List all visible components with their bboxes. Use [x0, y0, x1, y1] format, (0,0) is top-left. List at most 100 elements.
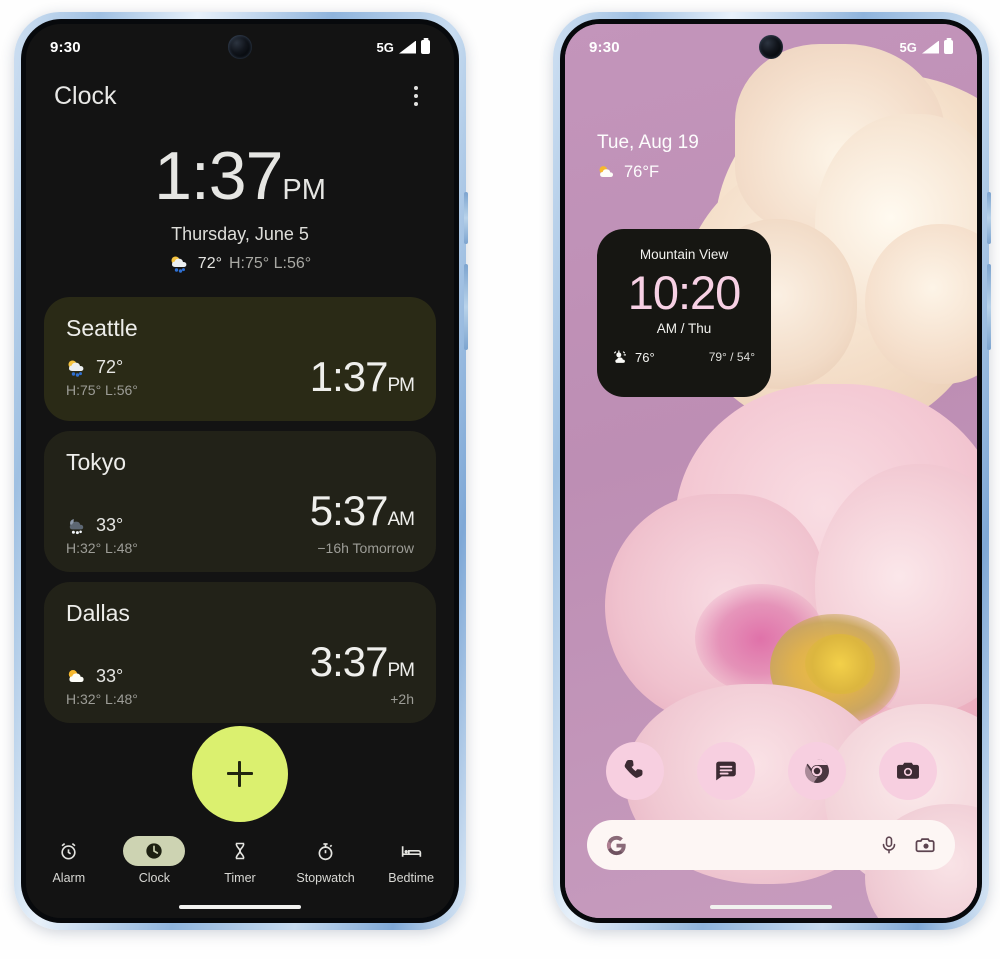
- tab-alarm[interactable]: Alarm: [29, 836, 109, 885]
- city-name: Seattle: [66, 315, 138, 341]
- city-name: Dallas: [66, 600, 130, 626]
- tab-bedtime[interactable]: Bedtime: [371, 836, 451, 885]
- main-clock: 1:37PM Thursday, June 5 72° H:75° L:56°: [26, 142, 454, 273]
- clock-app: 9:30 5G Clock 1:37PM Thursday, June 5 72…: [26, 24, 454, 918]
- tab-clock-pill: [123, 836, 186, 866]
- city-ampm: PM: [387, 660, 415, 681]
- phone-screen-right: 9:30 5G Tue, Aug 19 76°F Mountain View 1…: [565, 24, 977, 918]
- gesture-bar-right[interactable]: [710, 905, 832, 909]
- city-card-body: 72° H:75° L:56° 1:37PM: [66, 353, 415, 400]
- main-clock-time: 1:37PM: [26, 142, 454, 210]
- dock-app-chrome[interactable]: [787, 742, 846, 800]
- widget-ampm-day: AM / Thu: [656, 320, 712, 336]
- city-time-offset: −16h Tomorrow: [317, 540, 414, 556]
- rain-cloud-icon: [171, 256, 187, 273]
- glance-temp: 76°F: [624, 163, 660, 181]
- clock-weather-widget[interactable]: Mountain View 10:20 AM / Thu 76° 79° / 5…: [597, 229, 771, 397]
- power-button-right[interactable]: [987, 192, 991, 244]
- city-temp: 33°: [96, 515, 124, 535]
- dock-app-messages[interactable]: [696, 742, 755, 800]
- city-weather-column: 72° H:75° L:56°: [66, 357, 138, 398]
- tab-timer-label: Timer: [224, 871, 256, 885]
- tab-alarm-pill: [38, 836, 100, 866]
- power-button-left[interactable]: [464, 192, 468, 244]
- city-weather-column: 33° H:32° L:48°: [66, 515, 138, 556]
- signal-bars-icon: [922, 40, 939, 54]
- tab-stopwatch-label: Stopwatch: [296, 871, 355, 885]
- gesture-bar-left[interactable]: [179, 905, 301, 909]
- city-time-value: 5:37: [309, 487, 389, 534]
- main-clock-ampm: PM: [282, 174, 326, 206]
- city-time-offset: +2h: [390, 691, 414, 707]
- front-camera-icon: [759, 35, 783, 59]
- widget-weather-row: 76° 79° / 54°: [597, 350, 771, 365]
- camera-icon: [896, 762, 919, 779]
- status-indicators: 5G: [376, 40, 430, 55]
- city-time-value: 1:37: [309, 353, 389, 400]
- status-time: 9:30: [589, 38, 620, 56]
- messages-icon: [715, 761, 736, 781]
- add-city-button[interactable]: [192, 726, 288, 822]
- battery-full-icon: [944, 40, 953, 54]
- city-name: Tokyo: [66, 449, 127, 475]
- tab-timer[interactable]: Timer: [200, 836, 280, 885]
- app-dock: [565, 742, 977, 800]
- screenshot-stage: 9:30 5G Clock 1:37PM Thursday, June 5 72…: [0, 0, 1000, 959]
- tab-bedtime-label: Bedtime: [388, 871, 435, 885]
- widget-temp: 76°: [635, 349, 655, 365]
- tab-clock[interactable]: Clock: [114, 836, 194, 885]
- world-clock-list: Seattle 72° H:75° L:56° 1:37PM Tokyo 33°…: [44, 297, 436, 723]
- table-row[interactable]: Tokyo 33° H:32° L:48° 5:37AM −16h Tomorr…: [44, 431, 436, 572]
- city-time-column: 1:37PM: [309, 353, 415, 400]
- night-snow-icon: [69, 518, 84, 534]
- tab-timer-pill: [209, 836, 271, 866]
- chrome-icon: [803, 758, 829, 783]
- tab-bedtime-pill: [380, 836, 442, 866]
- volume-button-left[interactable]: [464, 264, 468, 350]
- glance-date: Tue, Aug 19: [597, 132, 699, 153]
- city-temp: 72°: [96, 357, 124, 377]
- city-weather: 33°: [66, 515, 138, 536]
- city-temp: 33°: [96, 666, 124, 686]
- main-clock-time-value: 1:37: [154, 138, 283, 214]
- city-card-body: 33° H:32° L:48° 3:37PM +2h: [66, 638, 415, 708]
- microphone-icon[interactable]: [879, 834, 899, 856]
- table-row[interactable]: Seattle 72° H:75° L:56° 1:37PM: [44, 297, 436, 421]
- city-time-value: 3:37: [309, 638, 389, 685]
- network-label: 5G: [899, 39, 917, 55]
- city-time: 3:37PM: [309, 638, 415, 685]
- main-clock-weather: 72° H:75° L:56°: [26, 255, 454, 273]
- volume-button-right[interactable]: [987, 264, 991, 350]
- phone-bezel-right: 9:30 5G Tue, Aug 19 76°F Mountain View 1…: [560, 19, 982, 923]
- at-a-glance[interactable]: Tue, Aug 19 76°F: [597, 132, 699, 182]
- tab-clock-label: Clock: [138, 871, 171, 885]
- rain-cloud-icon: [68, 360, 84, 377]
- city-weather: 72°: [66, 357, 138, 378]
- city-high-low: H:32° L:48°: [66, 540, 138, 556]
- kebab-menu-icon[interactable]: [406, 80, 426, 112]
- phone-bezel-left: 9:30 5G Clock 1:37PM Thursday, June 5 72…: [21, 19, 459, 923]
- main-clock-temp: 72°: [197, 255, 222, 272]
- page-title: Clock: [54, 81, 117, 110]
- city-ampm: AM: [387, 509, 415, 530]
- status-time: 9:30: [50, 38, 81, 56]
- alarm-clock-icon: [61, 842, 76, 860]
- plus-icon: [227, 761, 253, 787]
- google-search-bar[interactable]: [587, 820, 955, 870]
- city-weather-column: 33° H:32° L:48°: [66, 666, 138, 707]
- sun-cloud-icon: [68, 669, 84, 682]
- dock-app-phone[interactable]: [605, 742, 664, 800]
- google-lens-icon[interactable]: [915, 834, 937, 856]
- battery-full-icon: [421, 40, 430, 54]
- signal-bars-icon: [399, 40, 416, 54]
- network-label: 5G: [376, 39, 394, 55]
- tab-stopwatch[interactable]: Stopwatch: [286, 836, 366, 885]
- city-time: 1:37PM: [309, 353, 415, 400]
- widget-high-low: 79° / 54°: [708, 350, 755, 365]
- google-g-icon: [606, 835, 626, 855]
- dock-app-camera[interactable]: [878, 742, 937, 800]
- table-row[interactable]: Dallas 33° H:32° L:48° 3:37PM +2h: [44, 582, 436, 723]
- widget-time: 10:20: [627, 266, 742, 319]
- front-camera-icon: [228, 35, 252, 59]
- home-screen: 9:30 5G Tue, Aug 19 76°F Mountain View 1…: [565, 24, 977, 918]
